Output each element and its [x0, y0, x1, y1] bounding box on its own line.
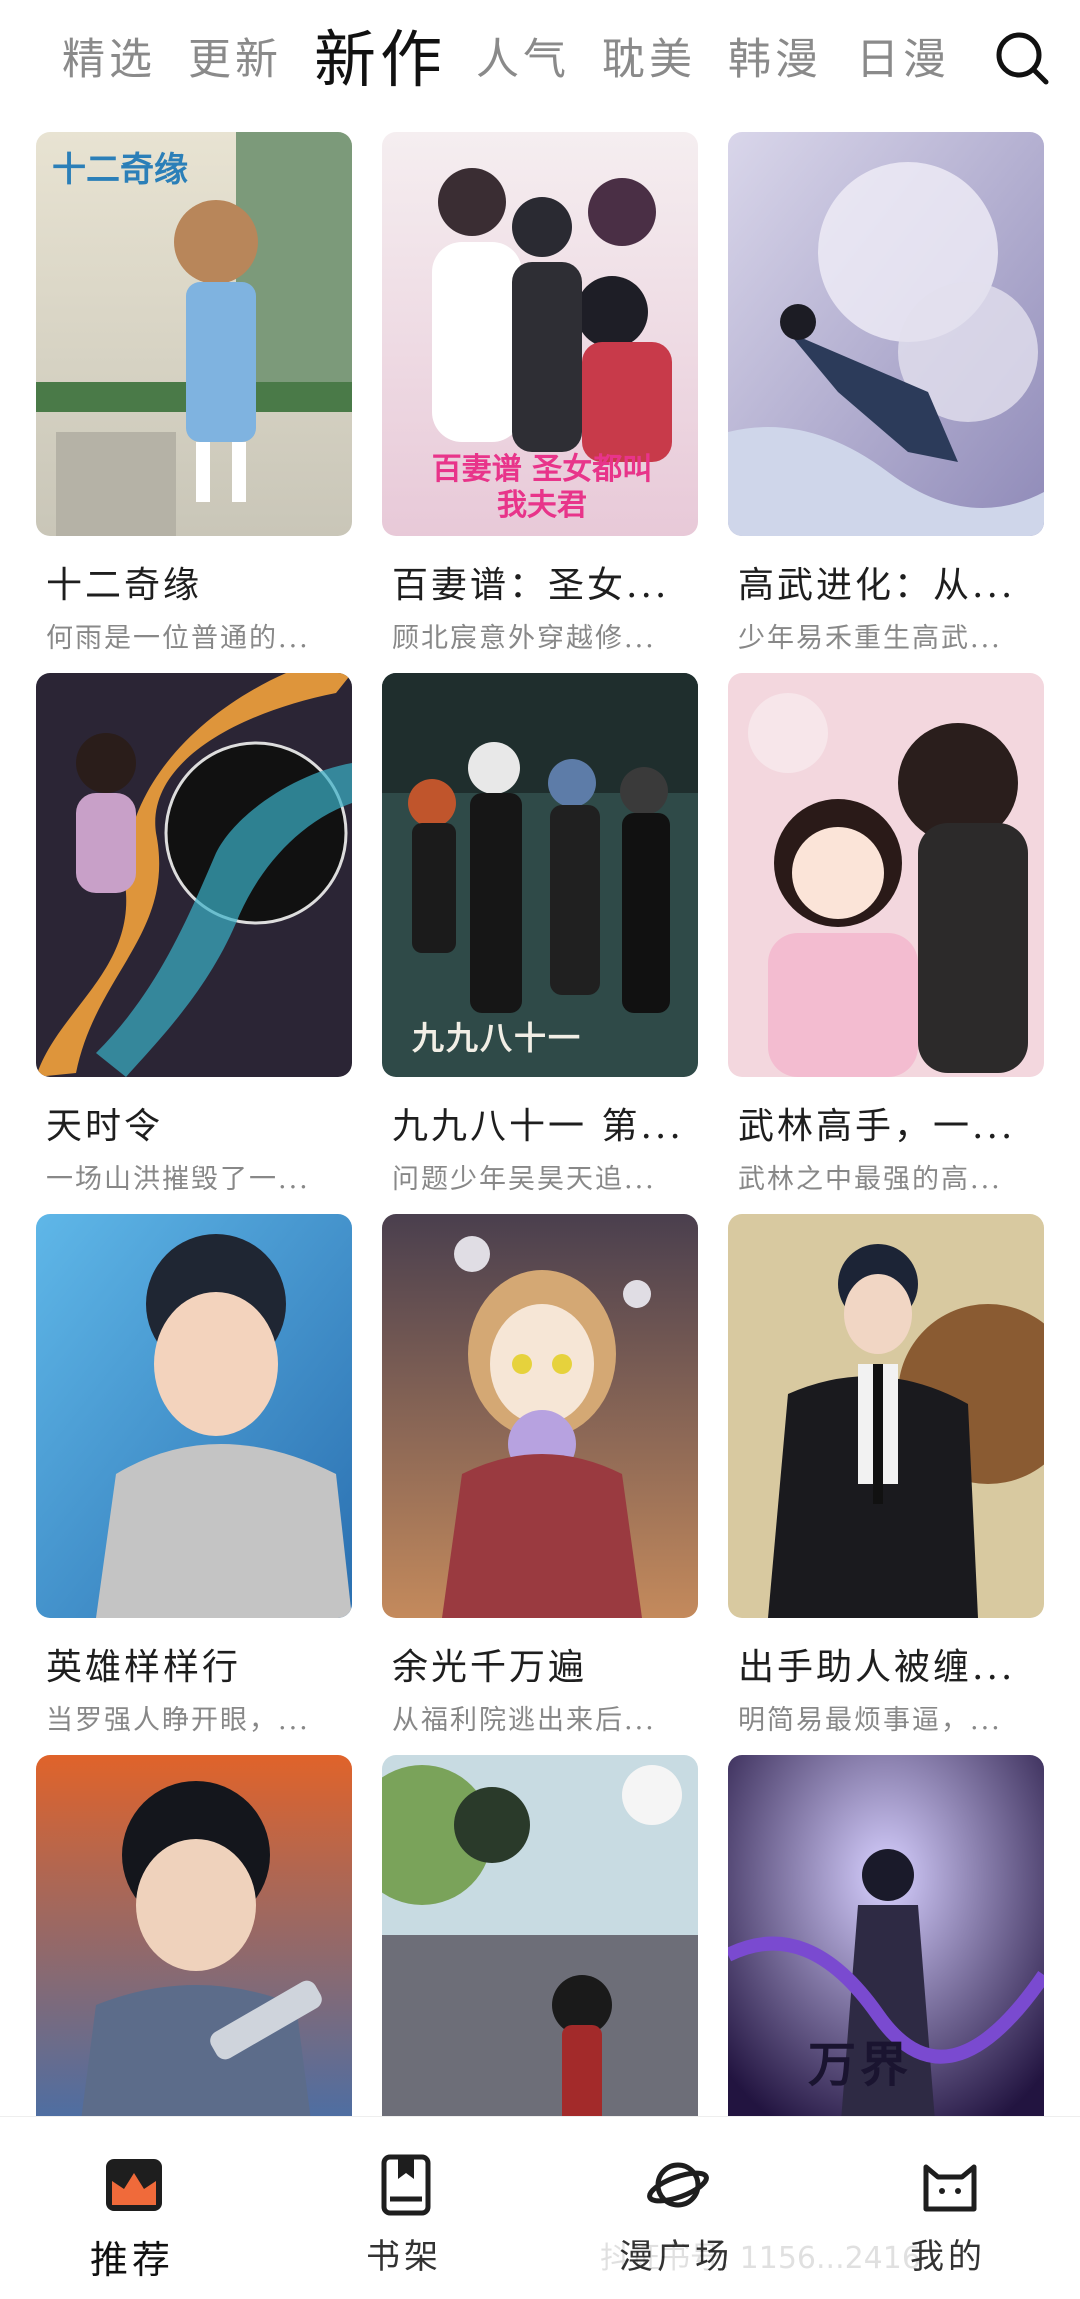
comic-title: 九九八十一 第... — [392, 1106, 684, 1147]
tab-updates[interactable]: 更新 — [188, 30, 282, 90]
planet-icon — [647, 2162, 709, 2208]
bookshelf-icon — [381, 2154, 431, 2216]
comic-description: 武林之中最强的高... — [738, 1164, 1002, 1195]
comic-cover[interactable] — [728, 132, 1044, 536]
comic-description: 明简易最烦事逼，... — [738, 1705, 1002, 1736]
comic-title: 武林高手，一... — [738, 1106, 1016, 1147]
recommend-icon — [106, 2159, 162, 2211]
comic-cover[interactable]: 百妻谱 圣女都叫我夫君 — [382, 132, 698, 536]
cat-face-icon — [923, 2164, 977, 2212]
comic-cover[interactable] — [728, 1214, 1044, 1618]
comic-title: 十二奇缘 — [46, 565, 203, 606]
comic-cover[interactable] — [728, 673, 1044, 1077]
comic-title: 出手助人被缠... — [738, 1647, 1016, 1688]
comic-description: 一场山洪摧毁了一... — [46, 1164, 310, 1195]
comic-title: 高武进化：从... — [738, 565, 1016, 606]
search-icon[interactable] — [994, 30, 1050, 86]
comic-description: 少年易禾重生高武... — [738, 623, 1002, 654]
tab-new[interactable]: 新作 — [314, 20, 446, 100]
comic-cover[interactable]: 九九八十一 — [382, 673, 698, 1077]
comic-cover[interactable] — [382, 1755, 698, 2159]
tab-korean[interactable]: 韩漫 — [728, 30, 822, 90]
comic-cover[interactable] — [36, 673, 352, 1077]
cover-logo-text: 百妻谱 圣女都叫我夫君 — [431, 452, 653, 523]
nav-label: 推荐 — [89, 2238, 174, 2282]
comic-cover[interactable] — [36, 1755, 352, 2159]
comic-cover[interactable] — [36, 1214, 352, 1618]
comic-description: 当罗强人睁开眼，... — [46, 1705, 310, 1736]
comic-description: 问题少年吴昊天追... — [392, 1164, 656, 1195]
comic-title: 英雄样样行 — [46, 1647, 242, 1688]
tab-japanese[interactable]: 日漫 — [856, 30, 950, 90]
comic-title: 百妻谱：圣女... — [392, 565, 670, 606]
watermark-text: 抖证书号: 1156...2416 — [600, 2241, 921, 2276]
tab-featured[interactable]: 精选 — [62, 30, 156, 90]
cover-logo-text: 万界 — [808, 2037, 913, 2093]
nav-label: 书架 — [366, 2237, 442, 2277]
comic-description: 从福利院逃出来后... — [392, 1705, 656, 1736]
comic-title: 天时令 — [46, 1106, 164, 1147]
nav-bookshelf[interactable]: 书架 — [304, 2117, 504, 2299]
bottom-nav-bar: 推荐 书架 漫广场 我的 抖证书号: 1156...2416 — [0, 2116, 1080, 2299]
comic-cover[interactable] — [382, 1214, 698, 1618]
comic-cover[interactable]: 万界 — [728, 1755, 1044, 2159]
tab-bl[interactable]: 耽美 — [602, 30, 696, 90]
comic-title: 余光千万遍 — [392, 1647, 588, 1688]
cover-logo-text: 十二奇缘 — [52, 150, 188, 190]
comic-cover[interactable]: 十二奇缘 — [36, 132, 352, 536]
tab-popular[interactable]: 人气 — [476, 30, 570, 90]
cover-logo-text: 九九八十一 — [412, 1019, 583, 1057]
comic-description: 顾北宸意外穿越修... — [392, 623, 656, 654]
nav-recommend[interactable]: 推荐 — [32, 2117, 232, 2299]
category-tab-bar: 精选 更新 新作 人气 耽美 韩漫 日漫 — [0, 0, 1080, 130]
comic-description: 何雨是一位普通的... — [46, 623, 310, 654]
